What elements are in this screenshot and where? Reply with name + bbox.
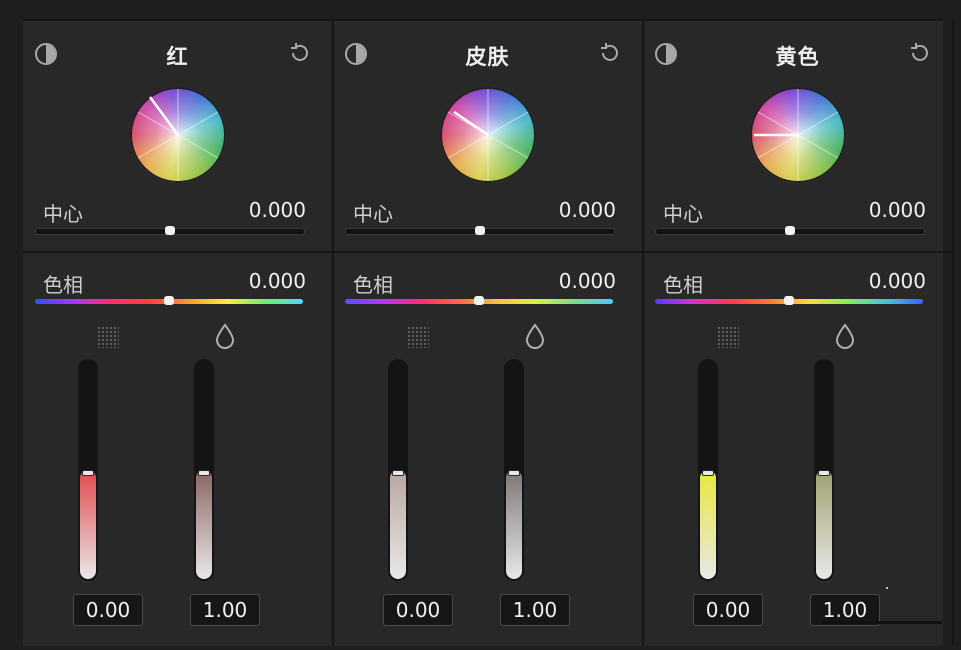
grid-icon <box>717 326 739 348</box>
luminance-fill <box>196 470 212 579</box>
center-value[interactable]: 0.000 <box>249 198 306 222</box>
saturation-fill <box>700 470 716 579</box>
center-label: 中心 <box>663 202 703 226</box>
luminance-fill <box>506 470 522 579</box>
saturation-handle[interactable] <box>392 470 404 476</box>
slider-knob[interactable] <box>784 296 794 305</box>
slider-knob[interactable] <box>165 226 175 235</box>
droplet-icon <box>835 323 855 349</box>
reset-icon[interactable] <box>288 41 312 65</box>
center-value[interactable]: 0.000 <box>559 198 616 222</box>
grid-icon <box>407 326 429 348</box>
hue-label: 色相 <box>353 273 393 297</box>
saturation-value[interactable]: 0.00 <box>383 594 453 626</box>
divider <box>643 251 952 253</box>
slider-knob[interactable] <box>474 296 484 305</box>
panel-title: 皮肤 <box>465 45 510 69</box>
hue-slider[interactable] <box>655 296 923 305</box>
saturation-value[interactable]: 0.00 <box>693 594 763 626</box>
wheel-lines <box>137 89 218 181</box>
saturation-handle[interactable] <box>702 470 714 476</box>
panel-title: 红 <box>166 45 189 69</box>
saturation-handle[interactable] <box>82 470 94 476</box>
hue-label: 色相 <box>43 273 83 297</box>
grid-icon <box>97 326 119 348</box>
luminance-value[interactable]: 1.00 <box>500 594 570 626</box>
luminance-value[interactable]: 1.00 <box>190 594 260 626</box>
color-warper-panel: 红 中心 0.000 色相 0.000 0.00 1.00 皮肤 中心 0.00… <box>23 19 954 646</box>
hue-value[interactable]: 0.000 <box>249 269 306 293</box>
reset-icon[interactable] <box>598 41 622 65</box>
luminance-handle[interactable] <box>198 470 210 476</box>
color-wheel[interactable] <box>749 87 846 183</box>
luminance-handle[interactable] <box>818 470 830 476</box>
center-label: 中心 <box>353 202 393 226</box>
wheel-lines <box>447 89 528 181</box>
luminance-slider[interactable] <box>194 359 214 581</box>
center-slider[interactable] <box>655 226 925 235</box>
hue-value[interactable]: 0.000 <box>869 269 926 293</box>
bottom-edge <box>822 621 942 624</box>
center-label: 中心 <box>43 202 83 226</box>
luminance-fill <box>816 470 832 579</box>
wheel-lines <box>753 89 838 181</box>
slider-knob[interactable] <box>475 226 485 235</box>
center-value[interactable]: 0.000 <box>869 198 926 222</box>
saturation-fill <box>80 470 96 579</box>
slider-knob[interactable] <box>164 296 174 305</box>
slider-knob[interactable] <box>785 226 795 235</box>
hue-label: 色相 <box>663 273 703 297</box>
saturation-slider[interactable] <box>78 359 98 581</box>
saturation-value[interactable]: 0.00 <box>73 594 143 626</box>
luminance-handle[interactable] <box>508 470 520 476</box>
hue-value[interactable]: 0.000 <box>559 269 616 293</box>
panel-red: 红 中心 0.000 色相 0.000 0.00 1.00 <box>23 21 334 646</box>
luminance-slider[interactable] <box>504 359 524 581</box>
center-slider[interactable] <box>345 226 615 235</box>
hue-slider[interactable] <box>35 296 303 305</box>
droplet-icon <box>525 323 545 349</box>
droplet-icon <box>215 323 235 349</box>
panel-yellow: 黄色 中心 0.000 色相 0.000 0.00 1.00 <box>643 21 954 646</box>
saturation-slider[interactable] <box>388 359 408 581</box>
resize-dot <box>886 587 888 589</box>
center-slider[interactable] <box>35 226 305 235</box>
color-wheel[interactable] <box>129 87 226 183</box>
reset-icon[interactable] <box>908 41 932 65</box>
saturation-slider[interactable] <box>698 359 718 581</box>
color-wheel[interactable] <box>439 87 536 183</box>
divider <box>23 251 332 253</box>
luminance-slider[interactable] <box>814 359 834 581</box>
hue-slider[interactable] <box>345 296 613 305</box>
divider <box>333 251 642 253</box>
saturation-fill <box>390 470 406 579</box>
panel-title: 黄色 <box>775 45 820 69</box>
panel-skin: 皮肤 中心 0.000 色相 0.000 0.00 1.00 <box>333 21 644 646</box>
